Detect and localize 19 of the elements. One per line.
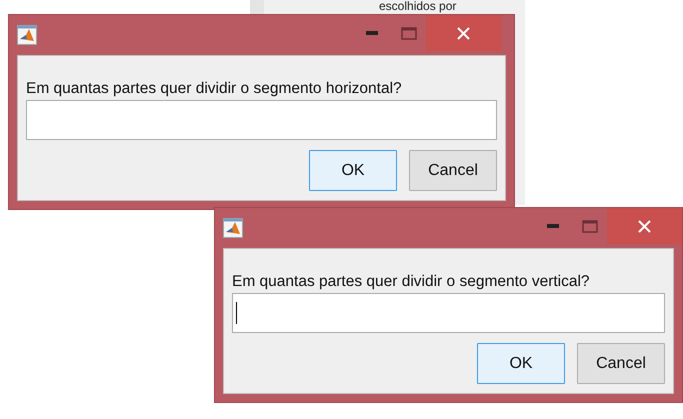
app-logo-icon <box>17 25 37 45</box>
close-button[interactable] <box>426 15 501 51</box>
input-field[interactable] <box>232 293 665 333</box>
ok-button[interactable]: OK <box>309 150 397 191</box>
maximize-icon <box>582 220 598 232</box>
minimize-icon <box>366 31 378 35</box>
cancel-button[interactable]: Cancel <box>409 150 497 191</box>
close-icon <box>638 220 651 232</box>
background-text: escolhidos por <box>379 0 458 13</box>
close-icon <box>457 26 470 40</box>
minimize-icon <box>547 224 559 228</box>
close-button[interactable] <box>607 208 682 244</box>
ok-button[interactable]: OK <box>477 343 565 384</box>
input-field[interactable] <box>26 100 497 140</box>
cancel-button[interactable]: Cancel <box>577 343 665 384</box>
prompt-text: Em quantas partes quer dividir o segmento horizontal? <box>26 80 403 98</box>
prompt-text: Em quantas partes quer dividir o segmento vertical? <box>232 273 591 291</box>
app-logo-icon <box>223 218 243 238</box>
maximize-icon <box>401 26 417 40</box>
